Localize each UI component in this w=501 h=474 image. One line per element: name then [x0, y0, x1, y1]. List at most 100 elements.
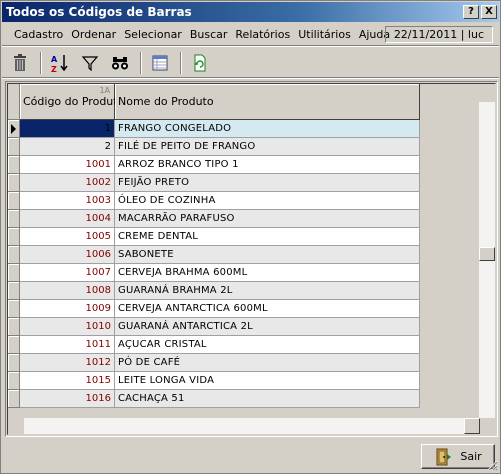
toolbar-separator: [40, 51, 42, 74]
row-indicator[interactable]: [8, 282, 20, 300]
table-row[interactable]: 1007 CERVEJA BRAHMA 600ML: [8, 264, 420, 282]
table-row[interactable]: 1006 SABONETE: [8, 246, 420, 264]
cell-product-name[interactable]: GUARANÁ BRAHMA 2L: [115, 282, 420, 300]
vertical-scroll-thumb[interactable]: [479, 247, 495, 261]
row-indicator[interactable]: [8, 228, 20, 246]
cell-product-name[interactable]: PÓ DE CAFÉ: [115, 354, 420, 372]
table-row[interactable]: 1004 MACARRÃO PARAFUSO: [8, 210, 420, 228]
cell-product-code[interactable]: 2: [20, 138, 115, 156]
table-row[interactable]: 2 FILÉ DE PEITO DE FRANGO: [8, 138, 420, 156]
menu-buscar[interactable]: Buscar: [186, 28, 232, 41]
row-indicator[interactable]: [8, 372, 20, 390]
product-grid: Código do Produto 1A Nome do Produto 1 FR…: [5, 81, 498, 437]
cell-product-name[interactable]: GUARANÁ ANTARCTICA 2L: [115, 318, 420, 336]
menu-relatorios[interactable]: Relatórios: [231, 28, 294, 41]
row-indicator[interactable]: [8, 264, 20, 282]
column-header-code-label: Código do Produto: [23, 95, 125, 108]
exit-button[interactable]: Sair: [421, 444, 495, 469]
cell-product-name[interactable]: LEITE LONGA VIDA: [115, 372, 420, 390]
menu-ordenar[interactable]: Ordenar: [67, 28, 120, 41]
cell-product-name[interactable]: FRANGO CONGELADO: [115, 120, 420, 138]
cell-product-name[interactable]: FILÉ DE PEITO DE FRANGO: [115, 138, 420, 156]
grid-view-icon[interactable]: [148, 51, 172, 75]
menu-bar: Cadastro Ordenar Selecionar Buscar Relat…: [2, 24, 499, 46]
grid-rows: 1 FRANGO CONGELADO 2 FILÉ DE PEITO DE FRANG…: [8, 120, 420, 408]
cell-product-code[interactable]: 1006: [20, 246, 115, 264]
row-indicator[interactable]: [8, 390, 20, 408]
svg-text:A: A: [51, 55, 58, 64]
svg-text:Z: Z: [51, 65, 57, 73]
row-indicator[interactable]: [8, 156, 20, 174]
menu-selecionar[interactable]: Selecionar: [120, 28, 186, 41]
cell-product-code[interactable]: 1: [20, 120, 115, 138]
row-indicator[interactable]: [8, 300, 20, 318]
resize-grip-icon[interactable]: [486, 459, 498, 471]
horizontal-scrollbar[interactable]: [24, 418, 480, 434]
row-indicator[interactable]: [8, 120, 20, 138]
cell-product-name[interactable]: MACARRÃO PARAFUSO: [115, 210, 420, 228]
table-row[interactable]: 1008 GUARANÁ BRAHMA 2L: [8, 282, 420, 300]
table-row[interactable]: 1 FRANGO CONGELADO: [8, 120, 420, 138]
cell-product-code[interactable]: 1003: [20, 192, 115, 210]
row-indicator[interactable]: [8, 354, 20, 372]
cell-product-code[interactable]: 1002: [20, 174, 115, 192]
row-indicator[interactable]: [8, 246, 20, 264]
refresh-icon[interactable]: [188, 51, 212, 75]
sort-az-icon[interactable]: A Z: [48, 51, 72, 75]
door-exit-icon: [436, 448, 452, 465]
table-row[interactable]: 1005 CREME DENTAL: [8, 228, 420, 246]
trash-icon[interactable]: [8, 51, 32, 75]
row-indicator[interactable]: [8, 336, 20, 354]
menu-cadastro[interactable]: Cadastro: [2, 28, 67, 41]
table-row[interactable]: 1015 LEITE LONGA VIDA: [8, 372, 420, 390]
cell-product-code[interactable]: 1005: [20, 228, 115, 246]
table-row[interactable]: 1001 ARROZ BRANCO TIPO 1: [8, 156, 420, 174]
table-row[interactable]: 1009 CERVEJA ANTARCTICA 600ML: [8, 300, 420, 318]
table-row[interactable]: 1011 AÇUCAR CRISTAL: [8, 336, 420, 354]
cell-product-name[interactable]: ARROZ BRANCO TIPO 1: [115, 156, 420, 174]
help-button[interactable]: ?: [463, 5, 479, 19]
cell-product-name[interactable]: CREME DENTAL: [115, 228, 420, 246]
cell-product-name[interactable]: ÓLEO DE COZINHA: [115, 192, 420, 210]
table-row[interactable]: 1010 GUARANÁ ANTARCTICA 2L: [8, 318, 420, 336]
sort-indicator: 1A: [99, 86, 110, 95]
table-row[interactable]: 1016 CACHAÇA 51: [8, 390, 420, 408]
table-row[interactable]: 1012 PÓ DE CAFÉ: [8, 354, 420, 372]
close-button[interactable]: X: [481, 5, 497, 19]
cell-product-code[interactable]: 1004: [20, 210, 115, 228]
cell-product-code[interactable]: 1012: [20, 354, 115, 372]
table-row[interactable]: 1003 ÓLEO DE COZINHA: [8, 192, 420, 210]
cell-product-code[interactable]: 1015: [20, 372, 115, 390]
cell-product-name[interactable]: FEIJÃO PRETO: [115, 174, 420, 192]
window-title: Todos os Códigos de Barras: [6, 5, 192, 19]
row-indicator[interactable]: [8, 192, 20, 210]
menu-utilitarios[interactable]: Utilitários: [294, 28, 355, 41]
cell-product-name[interactable]: AÇUCAR CRISTAL: [115, 336, 420, 354]
row-indicator[interactable]: [8, 318, 20, 336]
row-indicator[interactable]: [8, 138, 20, 156]
cell-product-code[interactable]: 1008: [20, 282, 115, 300]
toolbar-separator: [180, 51, 182, 74]
cell-product-code[interactable]: 1001: [20, 156, 115, 174]
binoculars-icon[interactable]: [108, 51, 132, 75]
filter-icon[interactable]: [78, 51, 102, 75]
row-indicator[interactable]: [8, 174, 20, 192]
title-bar: Todos os Códigos de Barras ? X: [2, 2, 499, 22]
vertical-scrollbar[interactable]: [479, 102, 495, 418]
horizontal-scroll-thumb[interactable]: [464, 418, 480, 434]
cell-product-name[interactable]: SABONETE: [115, 246, 420, 264]
cell-product-code[interactable]: 1010: [20, 318, 115, 336]
cell-product-name[interactable]: CACHAÇA 51: [115, 390, 420, 408]
cell-product-name[interactable]: CERVEJA BRAHMA 600ML: [115, 264, 420, 282]
cell-product-code[interactable]: 1011: [20, 336, 115, 354]
cell-product-code[interactable]: 1016: [20, 390, 115, 408]
row-indicator[interactable]: [8, 210, 20, 228]
main-window: Todos os Códigos de Barras ? X Cadastro …: [0, 0, 501, 474]
cell-product-code[interactable]: 1009: [20, 300, 115, 318]
exit-button-label: Sair: [460, 450, 482, 463]
table-row[interactable]: 1002 FEIJÃO PRETO: [8, 174, 420, 192]
cell-product-code[interactable]: 1007: [20, 264, 115, 282]
column-header-name[interactable]: Nome do Produto: [115, 84, 420, 120]
cell-product-name[interactable]: CERVEJA ANTARCTICA 600ML: [115, 300, 420, 318]
column-header-code[interactable]: Código do Produto 1A: [20, 84, 124, 120]
